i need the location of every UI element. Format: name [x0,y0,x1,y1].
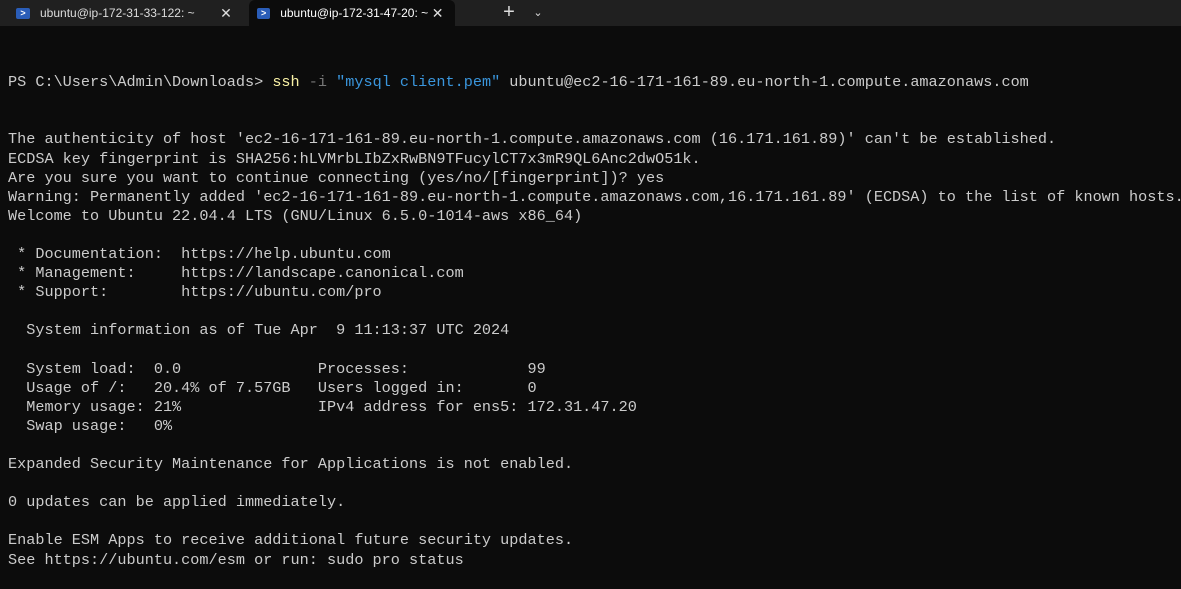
output-line: System information as of Tue Apr 9 11:13… [8,321,510,340]
prompt-line: PS C:\Users\Admin\Downloads> ssh -i "mys… [8,73,1181,92]
output-line: Swap usage: 0% [8,416,173,435]
output-line: Warning: Permanently added 'ec2-16-171-1… [8,187,1181,206]
output-line: Memory usage: 21% IPv4 address for ens5:… [8,397,637,416]
tab-bar: > ubuntu@ip-172-31-33-122: ~ ✕ > ubuntu@… [0,0,1181,26]
output-line: 0 updates can be applied immediately. [8,493,346,512]
output-line: The authenticity of host 'ec2-16-171-161… [8,130,1057,149]
output-line: Expanded Security Maintenance for Applic… [8,455,574,474]
terminal-output[interactable]: PS C:\Users\Admin\Downloads> ssh -i "mys… [8,35,1181,589]
output-line: Welcome to Ubuntu 22.04.4 LTS (GNU/Linux… [8,206,583,225]
output-line: * Management: https://landscape.canonica… [8,264,464,283]
output-line: Are you sure you want to continue connec… [8,168,665,187]
new-tab-button[interactable]: + [496,0,522,26]
command: ssh [272,73,300,92]
tab-title: ubuntu@ip-172-31-33-122: ~ [40,6,195,20]
prompt: PS C:\Users\Admin\Downloads> [8,73,273,92]
close-icon[interactable]: ✕ [428,5,447,22]
tab-title: ubuntu@ip-172-31-47-20: ~ [280,6,429,20]
powershell-icon: > [257,7,271,19]
output-line: Usage of /: 20.4% of 7.57GB Users logged… [8,378,537,397]
command-string-arg: "mysql client.pem" [336,73,501,92]
powershell-icon: > [16,7,30,19]
output-line: System load: 0.0 Processes: 99 [8,359,546,378]
tab-ubuntu-33-122[interactable]: > ubuntu@ip-172-31-33-122: ~ ✕ [0,0,244,26]
output-line: ECDSA key fingerprint is SHA256:hLVMrbLI… [8,149,701,168]
output-line: Enable ESM Apps to receive additional fu… [8,531,574,550]
output-line: * Support: https://ubuntu.com/pro [8,283,382,302]
command-rest: ubuntu@ec2-16-171-161-89.eu-north-1.comp… [500,73,1029,92]
chevron-down-icon[interactable]: ⌄ [528,0,548,26]
output-line: * Documentation: https://help.ubuntu.com [8,245,391,264]
command-flag: -i [299,73,337,92]
output-line: See https://ubuntu.com/esm or run: sudo … [8,550,464,569]
tab-ubuntu-47-20[interactable]: > ubuntu@ip-172-31-47-20: ~ ✕ [249,0,455,26]
close-icon[interactable]: ✕ [216,5,236,22]
